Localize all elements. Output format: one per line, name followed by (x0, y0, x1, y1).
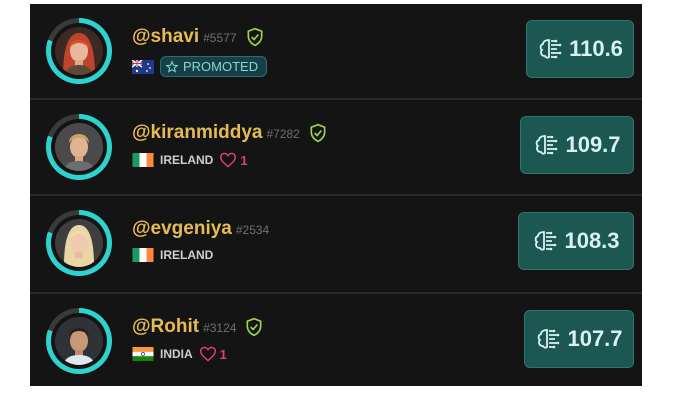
promoted-label: PROMOTED (183, 59, 259, 74)
score-value: 108.3 (564, 228, 620, 253)
username[interactable]: @evgeniya (132, 218, 232, 240)
verified-shield-icon (310, 123, 326, 143)
user-tag: #3124 (203, 321, 237, 335)
likes-count: 1 (240, 152, 248, 168)
score-button[interactable]: 107.7 (524, 310, 634, 368)
brain-icon (538, 329, 560, 349)
username[interactable]: @Rohit (132, 316, 199, 338)
avatar-image (55, 317, 103, 365)
brain-icon (536, 135, 558, 155)
heart-icon (199, 346, 216, 362)
ireland-flag-icon (132, 153, 154, 167)
score-value: 110.6 (569, 36, 623, 61)
country-label: IRELAND (160, 248, 214, 262)
avatar-image (55, 219, 103, 267)
avatar[interactable] (46, 18, 112, 84)
brain-icon (539, 39, 562, 59)
user-tag: #5577 (203, 31, 237, 45)
score-button[interactable]: 108.3 (518, 212, 634, 270)
leaderboard-row[interactable]: @shavi #5577 PROMOTED 110.6 (30, 4, 642, 96)
username[interactable]: @kiranmiddya (132, 122, 262, 144)
leaderboard-panel: @shavi #5577 PROMOTED 110.6 @kiranmiddya… (30, 4, 642, 386)
country-label: INDIA (160, 347, 193, 361)
verified-shield-icon (246, 317, 262, 337)
avatar[interactable] (46, 210, 112, 276)
username[interactable]: @shavi (132, 26, 199, 48)
leaderboard-row[interactable]: @kiranmiddya #7282 IRELAND 1 109.7 (30, 98, 642, 192)
avatar-image (55, 123, 103, 171)
score-value: 109.7 (565, 132, 621, 157)
avatar-image (55, 27, 103, 75)
avatar[interactable] (46, 308, 112, 374)
user-tag: #2534 (235, 223, 270, 237)
leaderboard-row[interactable]: @evgeniya #2534 IRELAND 108.3 (30, 194, 642, 288)
likes[interactable]: 1 (219, 152, 248, 168)
likes-count: 1 (219, 346, 227, 362)
leaderboard-row[interactable]: @Rohit #3124 INDIA 1 107.7 (30, 292, 642, 386)
score-value: 107.7 (567, 326, 623, 351)
heart-icon (220, 152, 237, 168)
australia-flag-icon (132, 59, 154, 74)
verified-shield-icon (247, 27, 262, 47)
india-flag-icon (132, 347, 154, 361)
score-button[interactable]: 110.6 (526, 20, 634, 78)
promoted-badge: PROMOTED (160, 56, 268, 77)
brain-icon (535, 231, 557, 251)
avatar[interactable] (46, 114, 112, 180)
star-icon (165, 59, 179, 73)
likes[interactable]: 1 (199, 346, 227, 362)
user-tag: #7282 (266, 127, 300, 141)
country-label: IRELAND (160, 153, 214, 167)
ireland-flag-icon (132, 248, 154, 262)
score-button[interactable]: 109.7 (520, 116, 634, 174)
panel-edge (486, 386, 642, 390)
